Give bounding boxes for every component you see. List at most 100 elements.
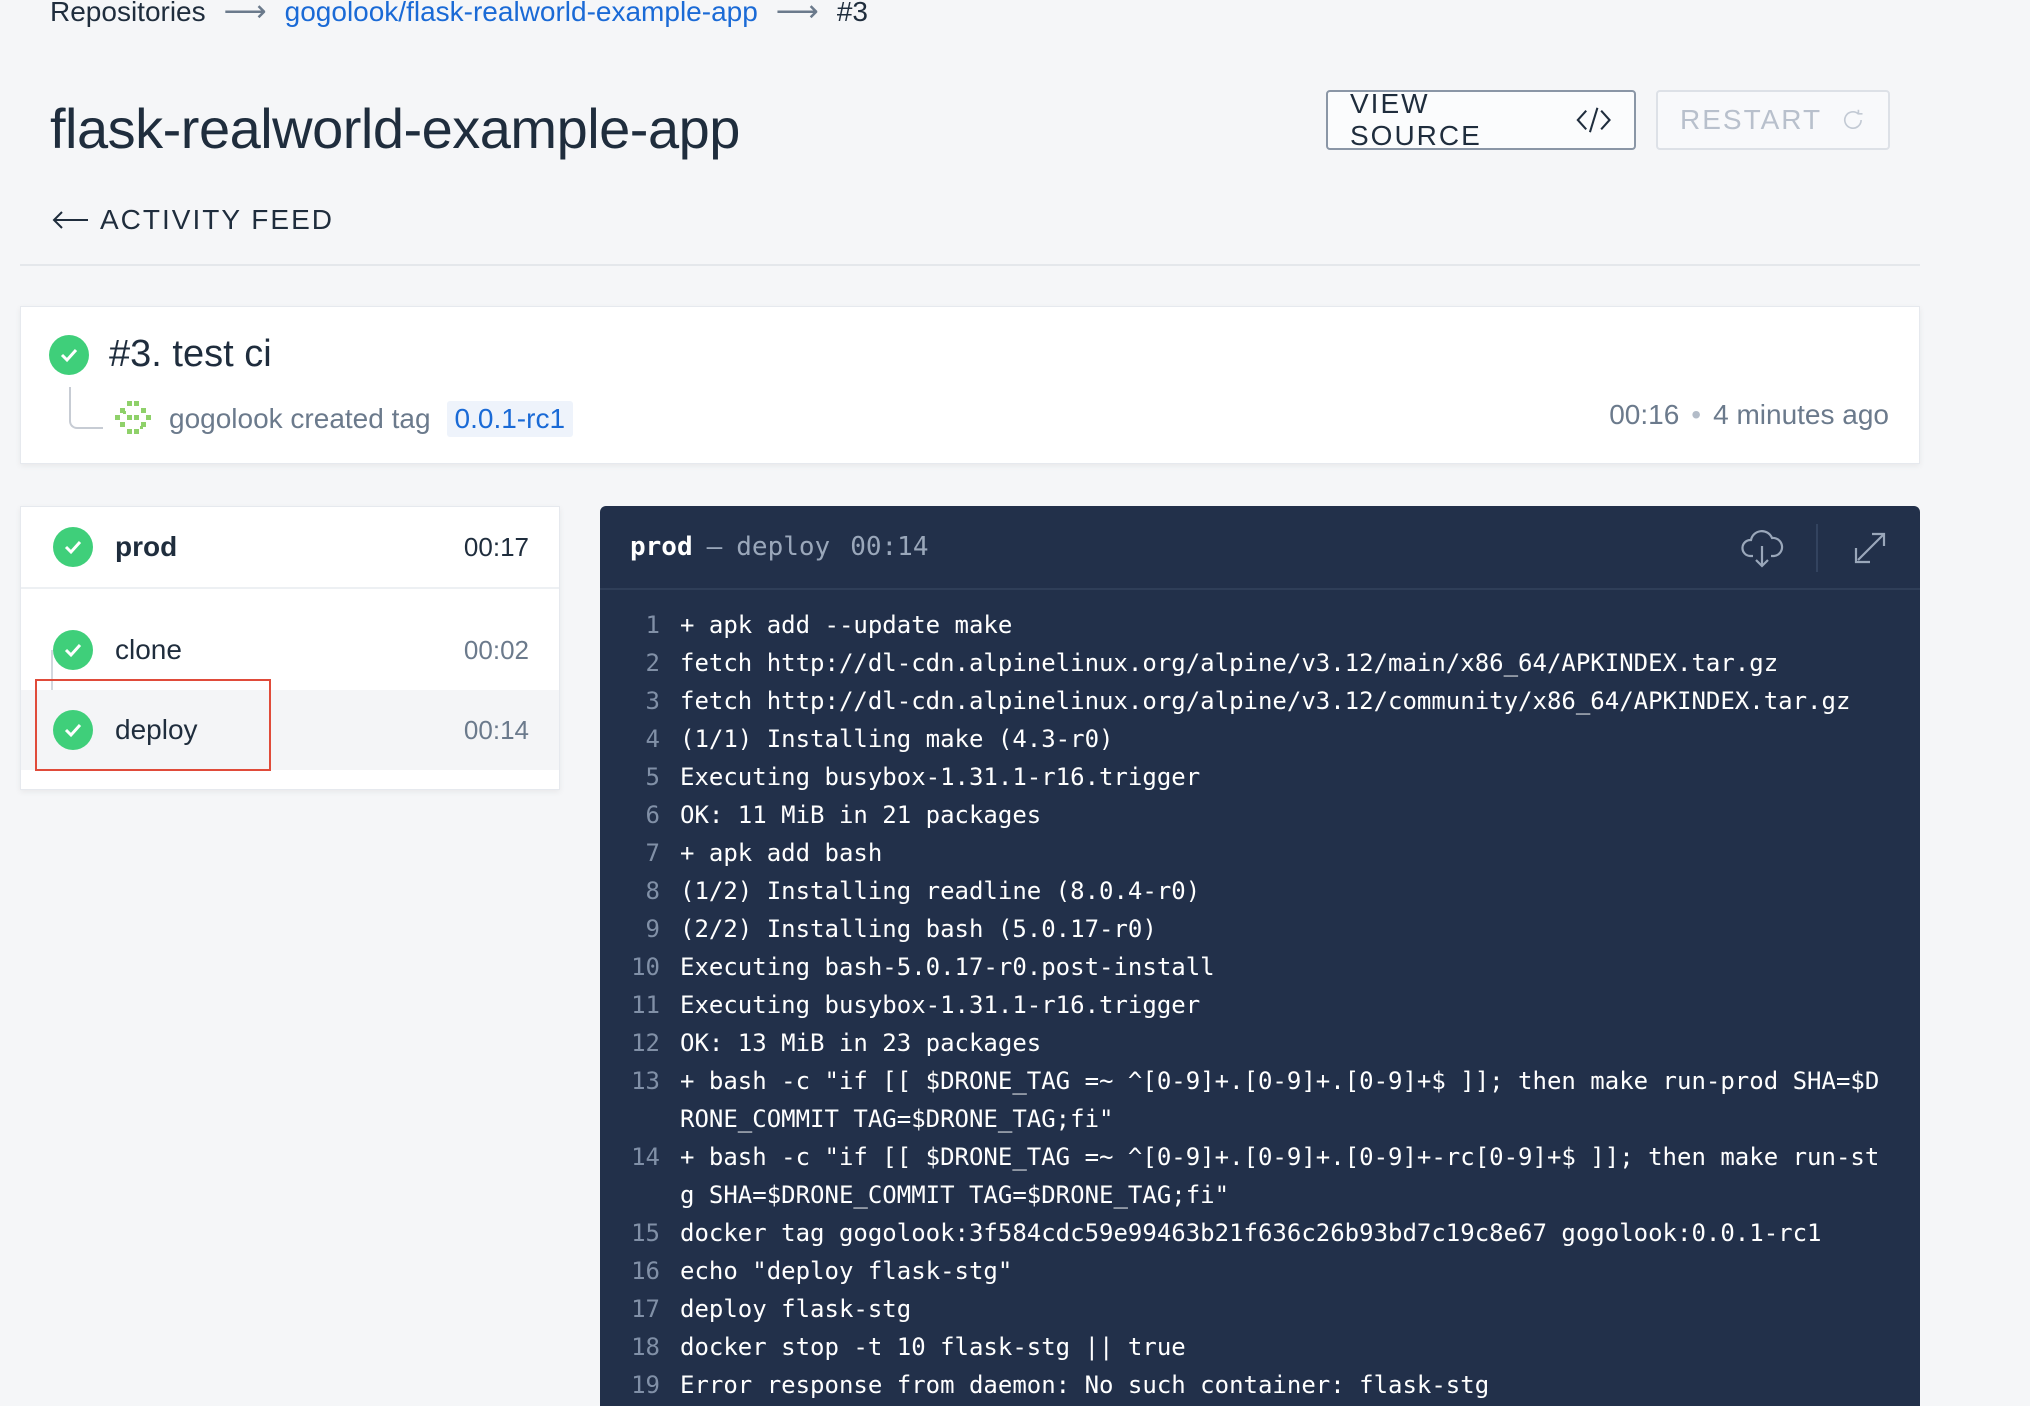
log-stage-name: prod <box>630 532 693 562</box>
log-line: 15 docker tag gogolook:3f584cdc59e99463b2… <box>600 1214 1920 1252</box>
arrow-right-icon: ⟶ <box>775 0 819 28</box>
step-clone[interactable]: clone 00:02 <box>21 610 559 690</box>
view-source-label: VIEW SOURCE <box>1350 88 1482 151</box>
log-line-text: (1/2) Installing readline (8.0.4-r0) <box>680 877 1201 905</box>
log-output: 1 + apk add --update make 2 fetch http://dl… <box>600 606 1920 1404</box>
divider <box>20 264 1920 266</box>
log-line-text: + bash -c "if [[ $DRONE_TAG =~ ^[0-9]+.[… <box>680 1067 1880 1133</box>
log-line-number: 9 <box>645 915 660 943</box>
breadcrumb-repositories[interactable]: Repositories <box>50 0 206 28</box>
breadcrumb: Repositories ⟶ gogolook/flask-realworld-… <box>50 0 868 29</box>
log-line-text: Executing busybox-1.31.1-r16.trigger <box>680 991 1201 1019</box>
download-icon[interactable] <box>1740 526 1784 570</box>
log-line: 18 docker stop -t 10 flask-stg || true <box>600 1328 1920 1366</box>
code-icon <box>1576 107 1611 133</box>
log-line-number: 18 <box>631 1333 660 1361</box>
log-line-text: OK: 13 MiB in 23 packages <box>680 1029 1042 1057</box>
log-line-text: (1/1) Installing make (4.3-r0) <box>680 725 1114 753</box>
build-author-text: gogolook created tag <box>169 403 431 434</box>
log-line-number: 12 <box>631 1029 660 1057</box>
log-line-number: 6 <box>645 801 660 829</box>
breadcrumb-build: #3 <box>836 0 868 27</box>
separator-dot: • <box>1691 399 1702 430</box>
restart-button[interactable]: RESTART <box>1656 90 1890 150</box>
log-line-text: docker tag gogolook:3f584cdc59e99463b21f… <box>680 1219 1822 1247</box>
log-line: 2 fetch http://dl-cdn.alpinelinux.org/alp… <box>600 644 1920 682</box>
log-line-text: + apk add bash <box>680 839 883 867</box>
step-name: clone <box>115 634 182 665</box>
selection-highlight <box>35 679 271 771</box>
log-line: 4 (1/1) Installing make (4.3-r0) <box>600 720 1920 758</box>
log-line: 17 deploy flask-stg <box>600 1290 1920 1328</box>
build-title-row: #3. test ci <box>49 333 272 376</box>
log-line-number: 10 <box>631 953 660 981</box>
step-duration: 00:14 <box>463 714 529 745</box>
restart-icon <box>1844 109 1863 129</box>
log-line: 11 Executing busybox-1.31.1-r16.trigger <box>600 986 1920 1024</box>
log-line-text: echo "deploy flask-stg" <box>680 1257 1013 1285</box>
log-line-number: 8 <box>645 877 660 905</box>
log-line: 13 + bash -c "if [[ $DRONE_TAG =~ ^[0-9]+… <box>600 1062 1920 1138</box>
log-line-text: deploy flask-stg <box>680 1295 912 1323</box>
step-duration: 00:02 <box>463 634 529 665</box>
log-line-number: 1 <box>645 611 660 639</box>
log-line-number: 5 <box>645 763 660 791</box>
tag-badge[interactable]: 0.0.1-rc1 <box>446 401 574 437</box>
log-line: 7 + apk add bash <box>600 834 1920 872</box>
log-line: 9 (2/2) Installing bash (5.0.17-r0) <box>600 910 1920 948</box>
log-line: 8 (1/2) Installing readline (8.0.4-r0) <box>600 872 1920 910</box>
restart-label: RESTART <box>1680 104 1823 135</box>
log-line-text: + bash -c "if [[ $DRONE_TAG =~ ^[0-9]+.[… <box>680 1143 1880 1209</box>
log-panel: prod — deploy 00:14 1 + apk add --update … <box>600 506 1920 1406</box>
view-source-button[interactable]: VIEW SOURCE <box>1326 88 1636 151</box>
log-line-text: fetch http://dl-cdn.alpinelinux.org/alpi… <box>680 687 1851 715</box>
log-line: 3 fetch http://dl-cdn.alpinelinux.org/alp… <box>600 682 1920 720</box>
log-line-number: 2 <box>645 649 660 677</box>
stage-name: prod <box>115 531 178 562</box>
build-time: 00:16 • 4 minutes ago <box>1609 399 1889 431</box>
log-line-number: 7 <box>645 839 660 867</box>
log-step-name: deploy <box>736 532 831 562</box>
log-line-text: OK: 11 MiB in 21 packages <box>680 801 1042 829</box>
log-line: 5 Executing busybox-1.31.1-r16.trigger <box>600 758 1920 796</box>
log-line-number: 19 <box>631 1371 660 1399</box>
success-check-icon <box>53 527 93 567</box>
log-line: 6 OK: 11 MiB in 21 packages <box>600 796 1920 834</box>
log-line: 19 Error response from daemon: No such co… <box>600 1366 1920 1404</box>
stage-header[interactable]: prod 00:17 <box>21 507 559 589</box>
log-line-number: 14 <box>631 1143 660 1171</box>
log-line-text: + apk add --update make <box>680 611 1013 639</box>
separator-dash: — <box>706 532 723 562</box>
activity-feed-link[interactable]: ACTIVITY FEED <box>50 204 334 236</box>
activity-feed-label: ACTIVITY FEED <box>100 204 334 235</box>
log-line-text: Executing bash-5.0.17-r0.post-install <box>680 953 1215 981</box>
avatar <box>115 401 151 434</box>
success-check-icon <box>53 630 93 670</box>
build-meta: gogolook created tag 0.0.1-rc1 <box>113 399 574 439</box>
build-ago: 4 minutes ago <box>1713 399 1889 430</box>
log-header: prod — deploy 00:14 <box>600 506 1920 590</box>
divider <box>1816 524 1818 572</box>
log-line: 1 + apk add --update make <box>600 606 1920 644</box>
log-actions <box>1740 524 1890 572</box>
log-line: 10 Executing bash-5.0.17-r0.post-install <box>600 948 1920 986</box>
page-title: flask-realworld-example-app <box>50 97 740 160</box>
arrow-left-icon <box>52 211 88 229</box>
log-line-number: 16 <box>631 1257 660 1285</box>
log-duration: 00:14 <box>850 532 929 562</box>
build-duration: 00:16 <box>1609 399 1680 430</box>
log-line-number: 11 <box>631 991 660 1019</box>
build-title: #3. test ci <box>109 333 272 375</box>
breadcrumb-repo[interactable]: gogolook/flask-realworld-example-app <box>285 0 758 28</box>
tree-connector <box>69 387 103 429</box>
expand-icon[interactable] <box>1850 528 1890 568</box>
log-line: 16 echo "deploy flask-stg" <box>600 1252 1920 1290</box>
log-line-text: Executing busybox-1.31.1-r16.trigger <box>680 763 1201 791</box>
log-line-number: 3 <box>645 687 660 715</box>
log-line-number: 13 <box>631 1067 660 1095</box>
build-card: #3. test ci gogolook created tag 0.0.1-r… <box>20 306 1920 464</box>
log-line-text: Error response from daemon: No such cont… <box>680 1371 1490 1399</box>
log-line-number: 15 <box>631 1219 660 1247</box>
log-line-text: docker stop -t 10 flask-stg || true <box>680 1333 1186 1361</box>
success-check-icon <box>49 334 89 375</box>
